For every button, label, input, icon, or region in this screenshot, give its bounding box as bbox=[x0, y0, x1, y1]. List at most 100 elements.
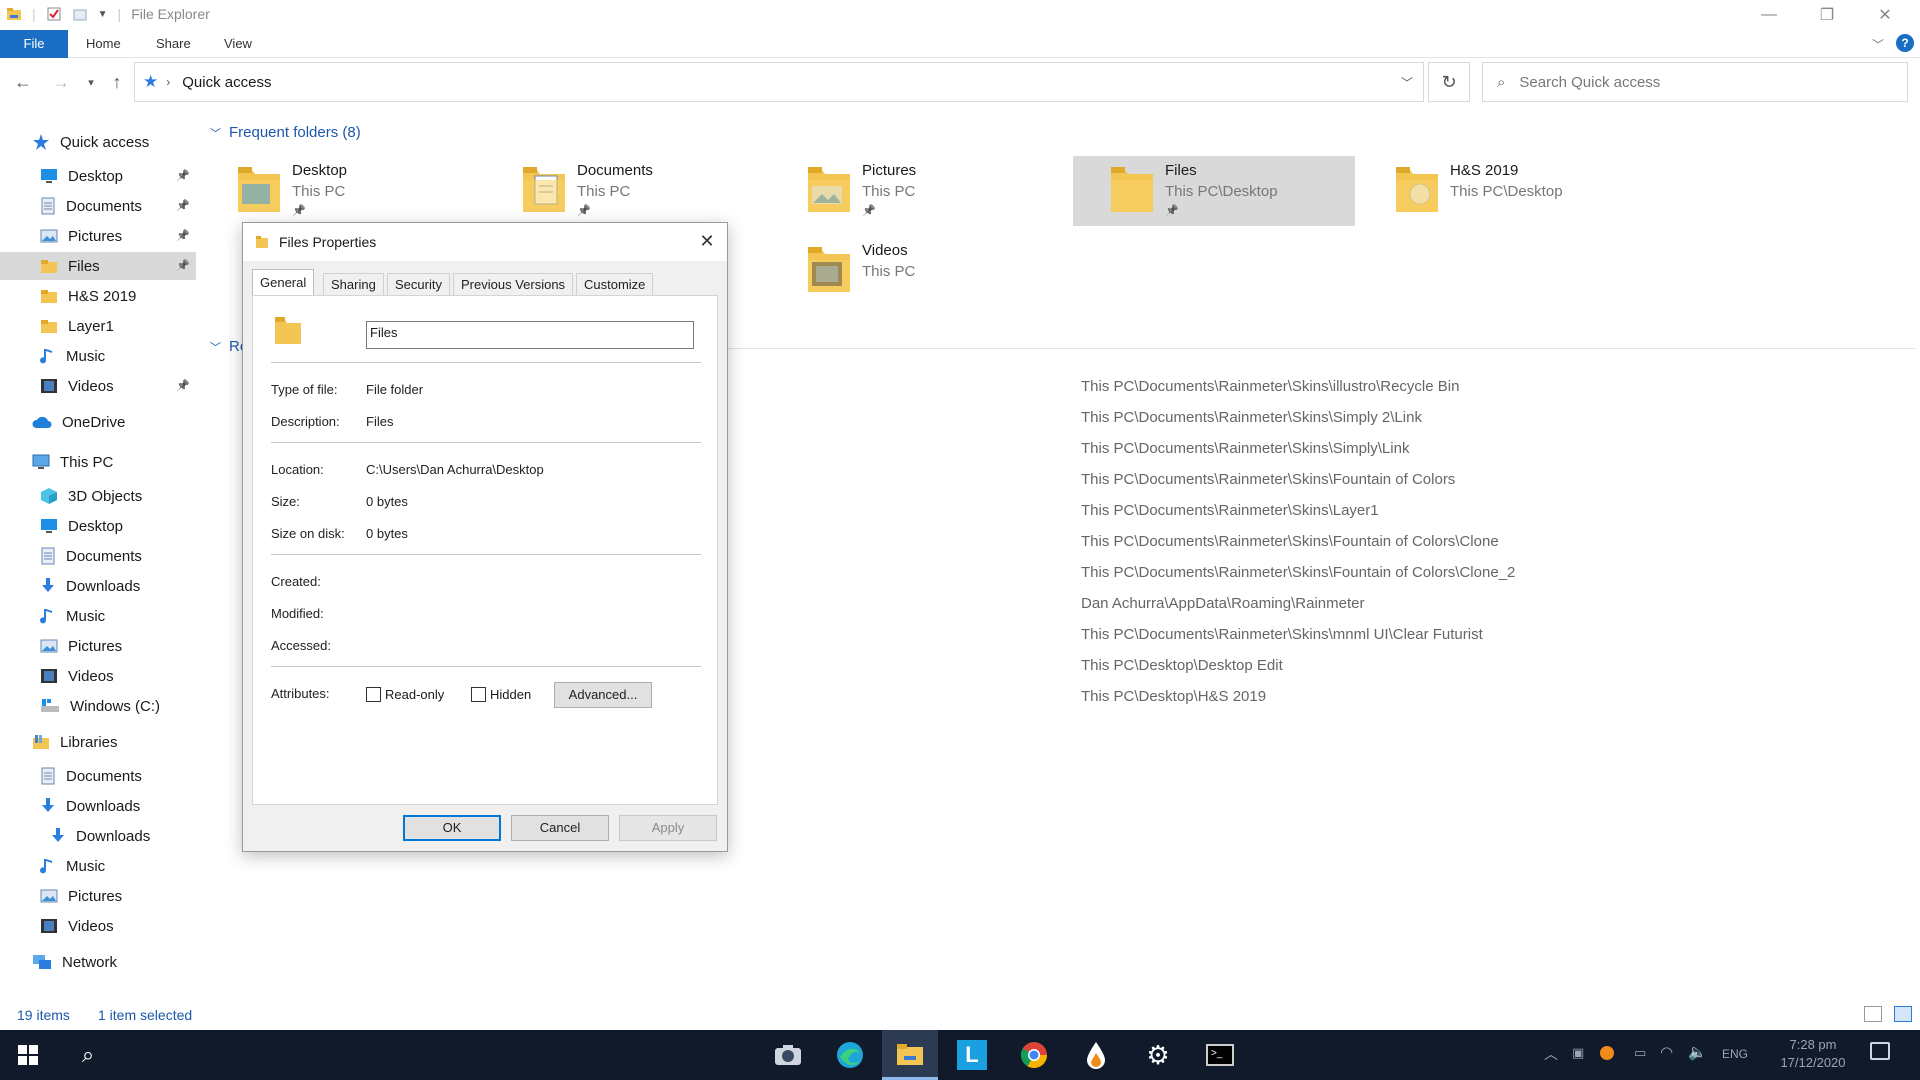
sidebar-item-music[interactable]: Music bbox=[0, 852, 196, 880]
sidebar-item-documents[interactable]: Documents 📌 bbox=[0, 192, 196, 220]
tab-view[interactable]: View bbox=[214, 30, 262, 58]
advanced-button[interactable]: Advanced... bbox=[554, 682, 652, 708]
hidden-checkbox[interactable]: Hidden bbox=[471, 687, 531, 702]
rainmeter-button[interactable] bbox=[1068, 1030, 1124, 1080]
cancel-button[interactable]: Cancel bbox=[511, 815, 609, 841]
recent-file-path[interactable]: This PC\Documents\Rainmeter\Skins\Layer1 bbox=[1081, 502, 1379, 519]
breadcrumb-chevron-icon[interactable]: › bbox=[166, 75, 170, 89]
recent-file-path[interactable]: This PC\Documents\Rainmeter\Skins\Simply… bbox=[1081, 440, 1409, 457]
tray-notification-icon[interactable] bbox=[1600, 1046, 1614, 1060]
sidebar-item-music[interactable]: Music bbox=[0, 342, 196, 370]
chevron-down-icon[interactable]: ▼ bbox=[98, 9, 108, 20]
properties-icon[interactable] bbox=[46, 6, 62, 22]
language-indicator[interactable]: ENG bbox=[1722, 1047, 1748, 1061]
sidebar-item-pictures[interactable]: Pictures 📌 bbox=[0, 222, 196, 250]
sidebar-item-windows-c[interactable]: Windows (C:) bbox=[0, 692, 196, 720]
sidebar-item-libraries[interactable]: Libraries bbox=[0, 728, 196, 756]
terminal-button[interactable]: >_ bbox=[1192, 1030, 1248, 1080]
folder-name-input[interactable]: Files bbox=[366, 321, 694, 349]
sidebar-item-pictures[interactable]: Pictures bbox=[0, 632, 196, 660]
sidebar-item-files[interactable]: Files 📌 bbox=[0, 252, 196, 280]
sidebar-item-this-pc[interactable]: This PC bbox=[0, 448, 196, 476]
expand-ribbon-icon[interactable]: ﹀ bbox=[1872, 36, 1884, 53]
tab-sharing[interactable]: Sharing bbox=[323, 273, 384, 295]
frequent-folders-header[interactable]: ﹀ Frequent folders (8) bbox=[210, 124, 361, 141]
sidebar-item-layer1[interactable]: Layer1 bbox=[0, 312, 196, 340]
frequent-folder-desktop[interactable]: Desktop This PC 📌 bbox=[200, 156, 482, 226]
minimize-button[interactable]: — bbox=[1740, 0, 1798, 30]
recent-file-path[interactable]: This PC\Documents\Rainmeter\Skins\Founta… bbox=[1081, 533, 1499, 550]
recent-file-path[interactable]: This PC\Documents\Rainmeter\Skins\Founta… bbox=[1081, 471, 1455, 488]
search-input[interactable]: ⌕ Search Quick access bbox=[1482, 62, 1908, 102]
frequent-folder-videos[interactable]: Videos This PC bbox=[770, 236, 1052, 306]
sidebar-item-videos[interactable]: Videos bbox=[0, 912, 196, 940]
recent-file-path[interactable]: This PC\Documents\Rainmeter\Skins\mnml U… bbox=[1081, 626, 1483, 643]
sidebar-item-videos[interactable]: Videos bbox=[0, 662, 196, 690]
frequent-folder-h-s-2019[interactable]: H&S 2019 This PC\Desktop bbox=[1358, 156, 1640, 226]
edge-browser-button[interactable] bbox=[822, 1030, 878, 1080]
ok-button[interactable]: OK bbox=[403, 815, 501, 841]
tab-home[interactable]: Home bbox=[76, 30, 131, 58]
tab-previous-versions[interactable]: Previous Versions bbox=[453, 273, 574, 295]
sidebar-item-h-s-2019[interactable]: H&S 2019 bbox=[0, 282, 196, 310]
readonly-checkbox[interactable]: Read-only bbox=[366, 687, 444, 702]
tab-general[interactable]: General bbox=[252, 269, 315, 296]
frequent-folder-pictures[interactable]: Pictures This PC 📌 bbox=[770, 156, 1052, 226]
up-button[interactable]: ↑ bbox=[106, 72, 128, 93]
action-center-icon[interactable] bbox=[1870, 1042, 1890, 1060]
wifi-icon[interactable]: ◠ bbox=[1660, 1043, 1673, 1061]
sidebar-item-desktop[interactable]: Desktop 📌 bbox=[0, 162, 196, 190]
sidebar-item-3d-objects[interactable]: 3D Objects bbox=[0, 482, 196, 510]
sidebar-item-music[interactable]: Music bbox=[0, 602, 196, 630]
recent-file-path[interactable]: This PC\Desktop\H&S 2019 bbox=[1081, 688, 1266, 705]
sidebar-item-downloads[interactable]: Downloads bbox=[0, 792, 196, 820]
sidebar-item-downloads[interactable]: Downloads bbox=[0, 572, 196, 600]
recent-file-path[interactable]: Dan Achurra\AppData\Roaming\Rainmeter bbox=[1081, 595, 1364, 612]
details-view-icon[interactable] bbox=[1864, 1006, 1882, 1022]
address-dropdown-icon[interactable]: ﹀ bbox=[1401, 74, 1413, 91]
sidebar-item-downloads[interactable]: Downloads bbox=[0, 822, 196, 850]
frequent-folder-documents[interactable]: Documents This PC 📌 bbox=[485, 156, 767, 226]
tab-security[interactable]: Security bbox=[387, 273, 450, 295]
chrome-browser-button[interactable] bbox=[1006, 1030, 1062, 1080]
sidebar-item-documents[interactable]: Documents bbox=[0, 542, 196, 570]
sidebar-item-desktop[interactable]: Desktop bbox=[0, 512, 196, 540]
battery-icon[interactable]: ▭ bbox=[1634, 1045, 1646, 1061]
recent-file-path[interactable]: This PC\Documents\Rainmeter\Skins\Founta… bbox=[1081, 564, 1515, 581]
apply-button[interactable]: Apply bbox=[619, 815, 717, 841]
tab-file[interactable]: File bbox=[0, 30, 68, 58]
restore-button[interactable]: ❐ bbox=[1798, 0, 1856, 30]
tab-share[interactable]: Share bbox=[146, 30, 201, 58]
tray-app-icon[interactable]: ▣ bbox=[1572, 1045, 1584, 1061]
large-icons-view-icon[interactable] bbox=[1894, 1006, 1912, 1022]
recent-file-path[interactable]: This PC\Desktop\Desktop Edit bbox=[1081, 657, 1283, 674]
sidebar-item-videos[interactable]: Videos 📌 bbox=[0, 372, 196, 400]
sidebar-item-documents[interactable]: Documents bbox=[0, 762, 196, 790]
address-bar[interactable]: ★ › Quick access ﹀ bbox=[134, 62, 1424, 102]
dialog-title-bar[interactable]: Files Properties ✕ bbox=[243, 223, 727, 261]
file-explorer-taskbar-button[interactable] bbox=[882, 1030, 938, 1080]
refresh-button[interactable]: ↻ bbox=[1428, 62, 1470, 102]
start-button[interactable] bbox=[0, 1030, 56, 1080]
sidebar-item-quick-access[interactable]: Quick access bbox=[0, 128, 196, 156]
clock[interactable]: 7:28 pm 17/12/2020 bbox=[1774, 1036, 1852, 1072]
back-button[interactable]: ← bbox=[12, 72, 34, 93]
volume-icon[interactable]: 🔈 bbox=[1688, 1043, 1707, 1061]
settings-button[interactable]: ⚙ bbox=[1130, 1030, 1186, 1080]
new-folder-icon[interactable] bbox=[72, 6, 88, 22]
recent-locations-button[interactable]: ▾ bbox=[80, 76, 102, 89]
sidebar-item-network[interactable]: Network bbox=[0, 948, 196, 976]
tab-customize[interactable]: Customize bbox=[576, 273, 654, 295]
chevron-up-icon[interactable]: ︿ bbox=[1544, 1044, 1558, 1064]
camera-app-button[interactable] bbox=[760, 1030, 816, 1080]
close-button[interactable]: ✕ bbox=[1856, 0, 1914, 30]
search-taskbar-button[interactable]: ⌕ bbox=[60, 1030, 116, 1080]
help-icon[interactable]: ? bbox=[1896, 34, 1914, 52]
dialog-close-button[interactable]: ✕ bbox=[695, 229, 719, 253]
forward-button[interactable]: → bbox=[50, 72, 72, 93]
frequent-folder-files[interactable]: Files This PC\Desktop 📌 bbox=[1073, 156, 1355, 226]
sidebar-item-onedrive[interactable]: OneDrive bbox=[0, 408, 196, 436]
recent-file-path[interactable]: This PC\Documents\Rainmeter\Skins\Simply… bbox=[1081, 409, 1422, 426]
sidebar-item-pictures[interactable]: Pictures bbox=[0, 882, 196, 910]
recent-file-path[interactable]: This PC\Documents\Rainmeter\Skins\illust… bbox=[1081, 378, 1459, 395]
